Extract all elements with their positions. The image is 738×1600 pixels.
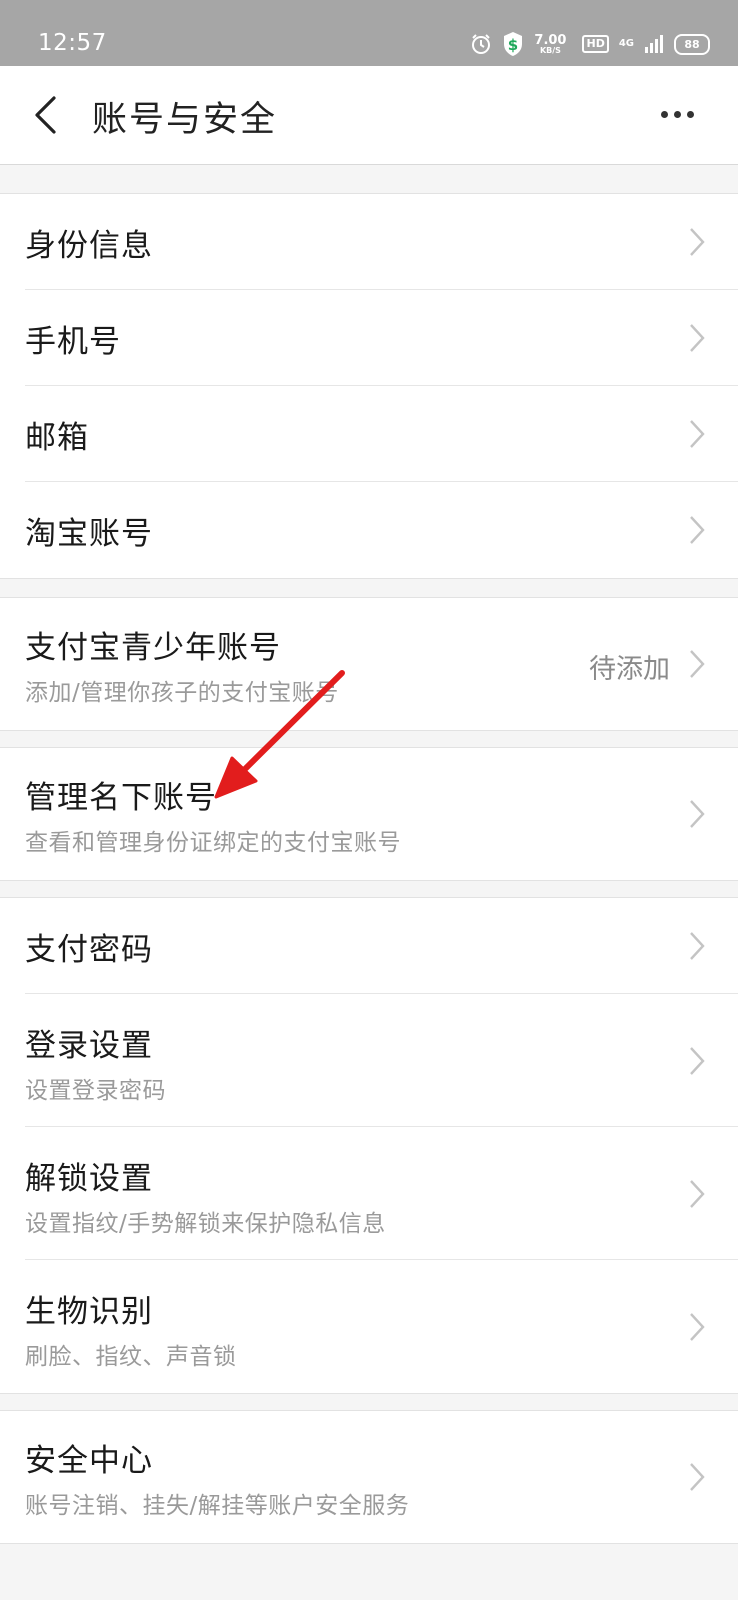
chevron-right-icon [688,649,706,679]
chevron-right-icon [688,515,706,545]
item-subtitle: 查看和管理身份证绑定的支付宝账号 [25,830,401,856]
signal-icon [645,35,663,53]
chevron-right-icon [688,227,706,257]
item-title: 解锁设置 [25,1161,153,1197]
chevron-right-icon [688,799,706,829]
youth-account-item[interactable]: 支付宝青少年账号 添加/管理你孩子的支付宝账号 待添加 [0,598,738,730]
more-dot-icon [686,110,694,118]
page-title: 账号与安全 [92,100,278,140]
chevron-right-icon [688,1312,706,1342]
biometrics-item[interactable]: 生物识别 刷脸、指纹、声音锁 [0,1260,738,1393]
item-title: 支付密码 [25,932,153,968]
more-options-button[interactable] [652,96,702,132]
item-title: 淘宝账号 [25,516,153,552]
chevron-right-icon [688,419,706,449]
more-dot-icon [673,110,681,118]
settings-group-security: 支付密码 登录设置 设置登录密码 解锁设置 设置指纹/手势解锁来保护隐私信息 生… [0,897,738,1394]
svg-text:$: $ [508,36,518,54]
back-button[interactable] [28,92,68,138]
item-title: 生物识别 [25,1294,153,1330]
alarm-icon [472,34,491,54]
item-title: 邮箱 [25,420,89,456]
item-subtitle: 设置指纹/手势解锁来保护隐私信息 [25,1211,386,1237]
dollar-shield-icon: $ [504,32,523,56]
manage-accounts-item[interactable]: 管理名下账号 查看和管理身份证绑定的支付宝账号 [0,748,738,880]
status-time: 12:57 [38,30,107,56]
chevron-right-icon [688,1046,706,1076]
battery-level: 88 [684,37,700,51]
item-subtitle: 添加/管理你孩子的支付宝账号 [25,680,339,706]
email-item[interactable]: 邮箱 [0,386,738,482]
settings-group-manage: 管理名下账号 查看和管理身份证绑定的支付宝账号 [0,747,738,881]
nav-header: 账号与安全 [0,66,738,165]
taobao-account-item[interactable]: 淘宝账号 [0,482,738,578]
status-bar: 12:57 $ 7.00 KB/S HD 4G 88 [0,0,738,66]
settings-group-center: 安全中心 账号注销、挂失/解挂等账户安全服务 [0,1410,738,1544]
item-subtitle: 账号注销、挂失/解挂等账户安全服务 [25,1493,410,1519]
item-subtitle: 设置登录密码 [25,1078,166,1104]
phone-number-item[interactable]: 手机号 [0,290,738,386]
security-center-item[interactable]: 安全中心 账号注销、挂失/解挂等账户安全服务 [0,1411,738,1543]
network-type: 4G [618,38,634,49]
battery-icon: 88 [674,33,710,55]
settings-group-basic: 身份信息 手机号 邮箱 淘宝账号 [0,193,738,579]
unlock-settings-item[interactable]: 解锁设置 设置指纹/手势解锁来保护隐私信息 [0,1127,738,1260]
status-icons: $ 7.00 KB/S HD 4G 88 [470,30,710,58]
chevron-right-icon [688,931,706,961]
hd-badge: HD [582,35,609,53]
network-speed: 7.00 KB/S [534,34,566,55]
settings-group-youth: 支付宝青少年账号 添加/管理你孩子的支付宝账号 待添加 [0,597,738,731]
speed-value: 7.00 [534,32,567,48]
item-title: 支付宝青少年账号 [25,630,281,666]
item-title: 手机号 [25,324,121,360]
item-title: 登录设置 [25,1028,153,1064]
item-subtitle: 刷脸、指纹、声音锁 [25,1344,237,1370]
identity-info-item[interactable]: 身份信息 [0,194,738,290]
chevron-right-icon [688,1179,706,1209]
back-arrow-icon [35,96,56,134]
item-title: 安全中心 [25,1443,153,1479]
login-settings-item[interactable]: 登录设置 设置登录密码 [0,994,738,1127]
payment-password-item[interactable]: 支付密码 [0,898,738,994]
item-title: 管理名下账号 [25,780,217,816]
item-title: 身份信息 [25,228,153,264]
chevron-right-icon [688,323,706,353]
screen: 12:57 $ 7.00 KB/S HD 4G 88 账号与安全 身份信息 手机… [0,0,738,1600]
item-status-value: 待添加 [589,654,670,685]
speed-unit: KB/S [539,45,561,55]
chevron-right-icon [688,1462,706,1492]
more-dot-icon [660,110,668,118]
